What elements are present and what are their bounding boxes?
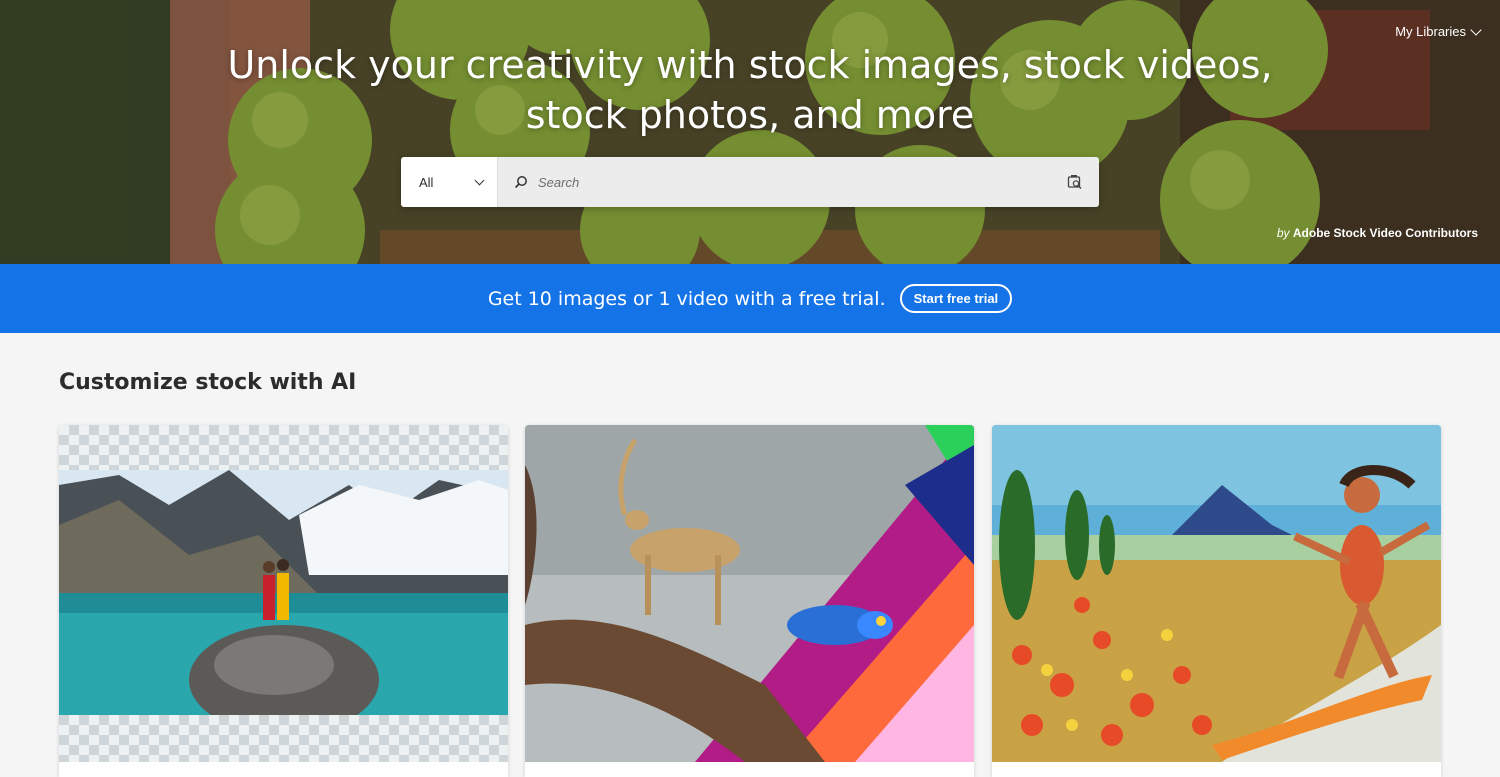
visual-search-icon[interactable] [1067, 174, 1083, 190]
credit-name[interactable]: Adobe Stock Video Contributors [1293, 226, 1478, 240]
cheetah-chameleon-image [525, 425, 974, 762]
hero: Unlock your creativity with stock images… [0, 0, 1500, 264]
my-libraries-label: My Libraries [1395, 24, 1466, 39]
search-field [498, 157, 1099, 207]
start-free-trial-button[interactable]: Start free trial [899, 284, 1013, 313]
hero-title-line1: Unlock your creativity with stock images… [227, 43, 1273, 87]
hero-title-line2: stock photos, and more [525, 93, 975, 137]
hero-credit: by Adobe Stock Video Contributors [1277, 226, 1478, 240]
ai-card-generative-fill[interactable] [525, 425, 974, 777]
search-input[interactable] [538, 174, 1057, 190]
search-filter-value: All [419, 174, 434, 190]
search-filter-dropdown[interactable]: All [401, 157, 498, 207]
search-bar: All [401, 157, 1099, 207]
my-libraries-menu[interactable]: My Libraries [1395, 23, 1482, 39]
chevron-down-icon [474, 175, 485, 185]
magnifier-icon [514, 176, 527, 189]
ai-card-style-painting[interactable] [992, 425, 1441, 777]
painted-surfer-flower-field-image [992, 425, 1441, 762]
hero-title: Unlock your creativity with stock images… [0, 40, 1500, 140]
ai-card-generative-expand[interactable] [59, 425, 508, 777]
credit-by: by [1276, 226, 1290, 240]
free-trial-text: Get 10 images or 1 video with a free tri… [487, 287, 886, 310]
mountain-lake-couple-image [59, 425, 508, 762]
section-title: Customize stock with AI [59, 370, 357, 395]
chevron-down-icon [1470, 23, 1482, 36]
free-trial-banner: Get 10 images or 1 video with a free tri… [0, 264, 1500, 333]
